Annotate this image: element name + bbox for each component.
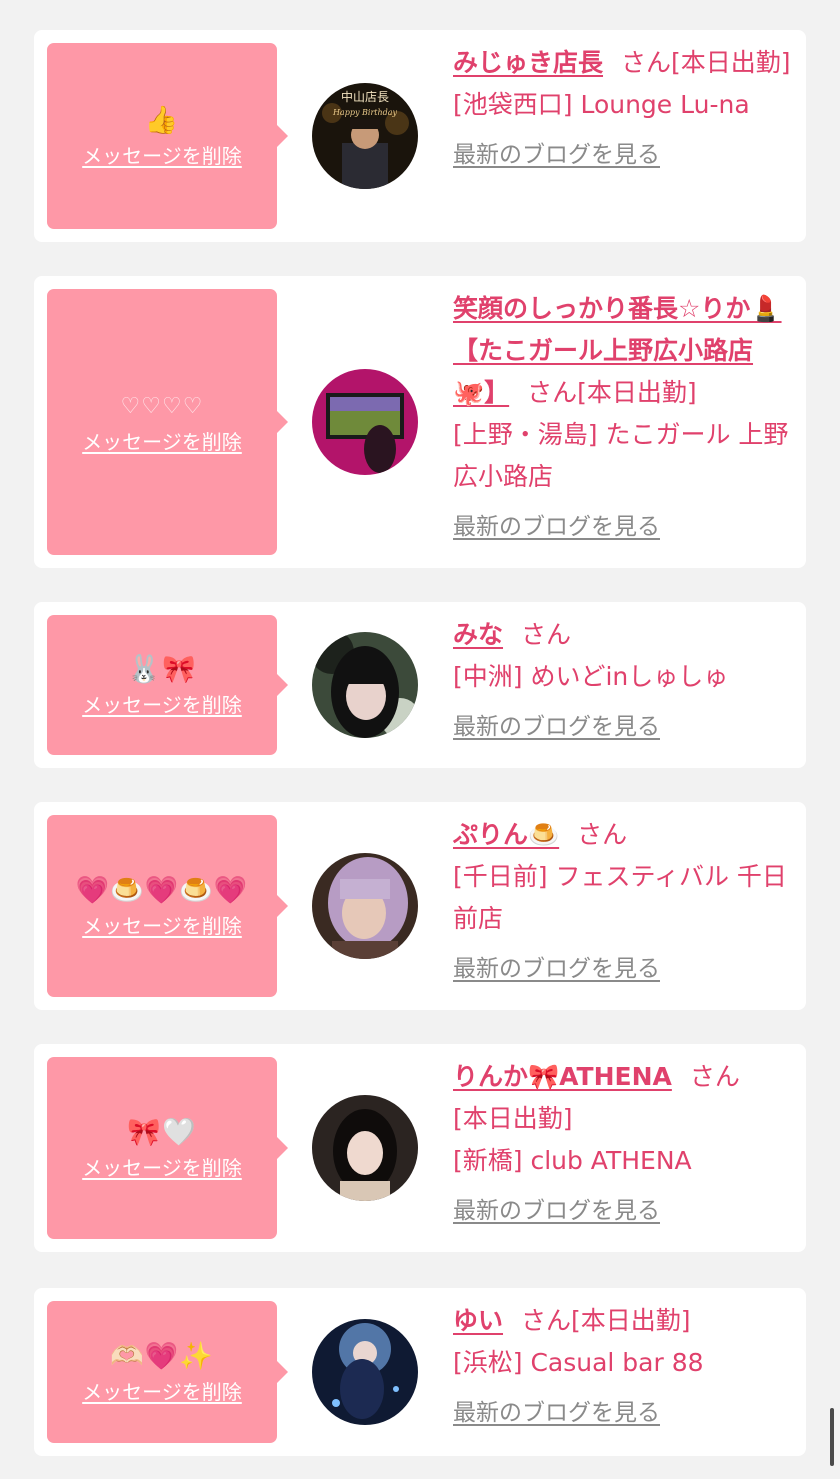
reaction-text: 👍 [144, 104, 180, 136]
message-card: 💗🍮💗🍮💗 メッセージを削除 ぷりん🍮 さん [千日前] フェスティバル 千日前店… [34, 802, 806, 1010]
sender-name-link[interactable]: みじゅき店長 [453, 48, 603, 77]
message-card: 👍 メッセージを削除 中山店長 Happy Birthday みじゅき店長 さん[… [34, 30, 806, 242]
message-card: 🐰🎀 メッセージを削除 みな さん [中洲] めいどinしゅしゅ 最新のブログを見… [34, 602, 806, 768]
message-bubble: 💗🍮💗🍮💗 メッセージを削除 [47, 815, 288, 997]
avatar[interactable] [312, 1095, 418, 1201]
honorific: さん [521, 620, 572, 649]
shop-name: [上野・湯島] たこガール 上野広小路店 [453, 420, 789, 491]
message-bubble: 🐰🎀 メッセージを削除 [47, 615, 288, 755]
shop-name: [浜松] Casual bar 88 [453, 1348, 704, 1377]
honorific: さん [621, 48, 672, 77]
attendance-status: [本日出勤] [671, 48, 791, 77]
message-info: みじゅき店長 さん[本日出勤] [池袋西口] Lounge Lu-na 最新のブロ… [453, 42, 792, 176]
latest-blog-link[interactable]: 最新のブログを見る [453, 1392, 792, 1434]
honorific: さん [527, 378, 578, 407]
sender-name-link[interactable]: ゆい [453, 1306, 503, 1335]
latest-blog-link[interactable]: 最新のブログを見る [453, 948, 792, 990]
delete-message-link[interactable]: メッセージを削除 [82, 689, 242, 718]
avatar[interactable]: 中山店長 Happy Birthday [312, 83, 418, 189]
latest-blog-link[interactable]: 最新のブログを見る [453, 134, 792, 176]
message-bubble: 🫶🏻💗✨ メッセージを削除 [47, 1301, 288, 1443]
attendance-status: [本日出勤] [577, 378, 697, 407]
shop-name: [中洲] めいどinしゅしゅ [453, 662, 729, 691]
message-info: 笑顔のしっかり番長☆りか💄【たこガール上野広小路店🐙】 さん[本日出勤] [上野・… [453, 288, 792, 548]
shop-name: [千日前] フェスティバル 千日前店 [453, 862, 787, 933]
message-bubble: ♡♡♡♡ メッセージを削除 [47, 289, 288, 555]
avatar[interactable] [312, 1319, 418, 1425]
reaction-text: 🎀🤍 [127, 1116, 197, 1148]
message-card: ♡♡♡♡ メッセージを削除 笑顔のしっかり番長☆りか💄【たこガール上野広小路店🐙… [34, 276, 806, 568]
delete-message-link[interactable]: メッセージを削除 [82, 140, 242, 169]
shop-name: [池袋西口] Lounge Lu-na [453, 90, 750, 119]
message-bubble: 👍 メッセージを削除 [47, 43, 288, 229]
message-info: ゆい さん[本日出勤] [浜松] Casual bar 88 最新のブログを見る [453, 1300, 792, 1434]
shop-name: [新橋] club ATHENA [453, 1146, 692, 1175]
reaction-text: ♡♡♡♡ [120, 393, 204, 419]
reaction-text: 💗🍮💗🍮💗 [75, 874, 249, 906]
message-info: りんか🎀ATHENA さん [本日出勤] [新橋] club ATHENA 最新の… [453, 1056, 792, 1232]
delete-message-link[interactable]: メッセージを削除 [82, 910, 242, 939]
honorific: さん [689, 1062, 740, 1091]
message-info: ぷりん🍮 さん [千日前] フェスティバル 千日前店 最新のブログを見る [453, 814, 792, 990]
delete-message-link[interactable]: メッセージを削除 [82, 1376, 242, 1405]
avatar[interactable] [312, 369, 418, 475]
delete-message-link[interactable]: メッセージを削除 [82, 426, 242, 455]
avatar[interactable] [312, 632, 418, 738]
message-card: 🎀🤍 メッセージを削除 りんか🎀ATHENA さん [本日出勤] [新橋] clu… [34, 1044, 806, 1252]
attendance-status: [本日出勤] [453, 1104, 573, 1133]
avatar-subtitle: Happy Birthday [332, 108, 398, 117]
sender-name-link[interactable]: みな [453, 620, 503, 649]
message-bubble: 🎀🤍 メッセージを削除 [47, 1057, 288, 1239]
honorific: さん [521, 1306, 572, 1335]
sender-name-link[interactable]: ぷりん🍮 [453, 820, 559, 849]
reaction-text: 🫶🏻💗✨ [110, 1340, 214, 1372]
honorific: さん [577, 820, 628, 849]
sender-name-link[interactable]: りんか🎀ATHENA [453, 1062, 672, 1091]
reaction-text: 🐰🎀 [127, 653, 197, 685]
latest-blog-link[interactable]: 最新のブログを見る [453, 1190, 792, 1232]
scrollbar[interactable] [830, 1408, 834, 1466]
message-info: みな さん [中洲] めいどinしゅしゅ 最新のブログを見る [453, 614, 792, 748]
delete-message-link[interactable]: メッセージを削除 [82, 1152, 242, 1181]
avatar[interactable] [312, 853, 418, 959]
attendance-status: [本日出勤] [571, 1306, 691, 1335]
latest-blog-link[interactable]: 最新のブログを見る [453, 506, 792, 548]
avatar-title: 中山店長 [341, 89, 389, 104]
latest-blog-link[interactable]: 最新のブログを見る [453, 706, 792, 748]
message-card: 🫶🏻💗✨ メッセージを削除 ゆい さん[本日出勤] [浜松] Casual bar… [34, 1288, 806, 1456]
